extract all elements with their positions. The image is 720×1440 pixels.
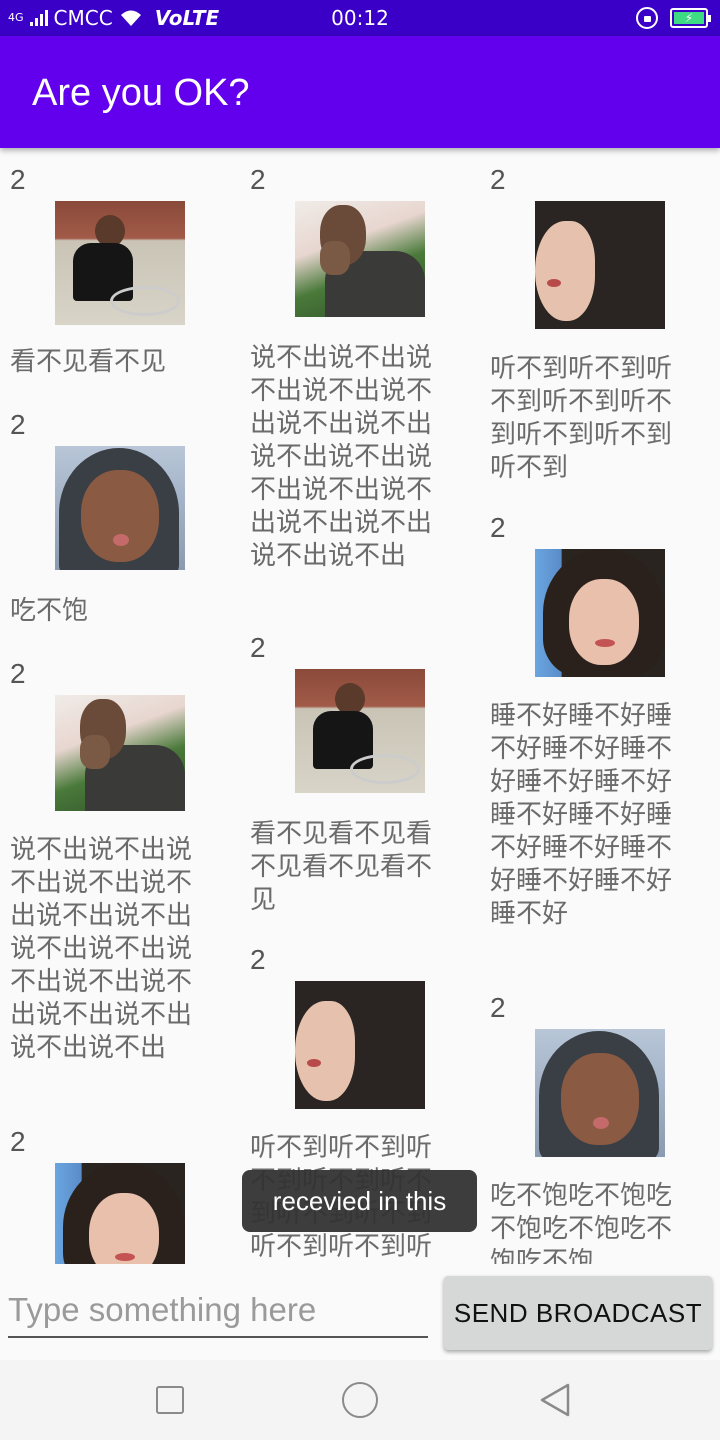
item-count: 2 [10,658,26,689]
item-count: 2 [250,632,266,663]
status-bar: 4G CMCC VoLTE 00:12 ⚡ [0,0,720,36]
item-text: 听不到听不到听不到听不到听不到听不到听不到听不到 [490,354,673,483]
item-text: 看不见看不见 [10,347,167,377]
clock: 00:12 [331,6,389,30]
send-broadcast-button[interactable]: SEND BROADCAST [444,1276,712,1350]
item-image [535,1029,665,1157]
rotation-lock-icon [636,7,658,29]
toast-message: recevied in this [242,1170,477,1232]
item-count: 2 [250,164,266,195]
compose-bar: SEND BROADCAST [0,1264,720,1360]
back-icon[interactable] [538,1382,572,1418]
item-text: 吃不饱 [10,596,89,626]
message-input[interactable] [8,1284,428,1338]
item-count: 2 [490,164,506,195]
item-image [55,446,185,570]
app-bar: Are you OK? [0,36,720,148]
item-text: 看不见看不见看不见看不见看不见 [250,819,433,915]
item-text: 说不出说不出说不出说不出说不出说不出说不出说不出说不出说不出说不出说不出说不出说… [250,343,433,571]
item-image [535,549,665,677]
item-count: 2 [10,164,26,195]
page-title: Are you OK? [32,72,250,114]
item-image [295,669,425,793]
navigation-bar [0,1360,720,1440]
item-count: 2 [10,409,26,440]
message-grid[interactable]: 2 看不见看不见 2 吃不饱 2 说不出说不出说不出说不出说不出说不出说不出说不… [0,150,720,1264]
item-count: 2 [490,992,506,1023]
item-count: 2 [250,944,266,975]
battery-charging-icon: ⚡ [670,8,711,28]
item-image [295,201,425,317]
status-right: ⚡ [636,7,711,29]
home-icon[interactable] [342,1382,378,1418]
item-text: 吃不饱吃不饱吃不饱吃不饱吃不饱吃不饱 [490,1181,673,1264]
recent-apps-icon[interactable] [156,1386,184,1414]
item-image [55,1163,185,1264]
item-image [55,695,185,811]
item-count: 2 [10,1126,26,1157]
item-image [55,201,185,325]
item-text: 说不出说不出说不出说不出说不出说不出说不出说不出说不出说不出说不出说不出说不出说… [10,835,193,1063]
item-count: 2 [490,512,506,543]
item-image [535,201,665,329]
item-text: 睡不好睡不好睡不好睡不好睡不好睡不好睡不好睡不好睡不好睡不好睡不好睡不好睡不好睡… [490,701,673,929]
item-image [295,981,425,1109]
